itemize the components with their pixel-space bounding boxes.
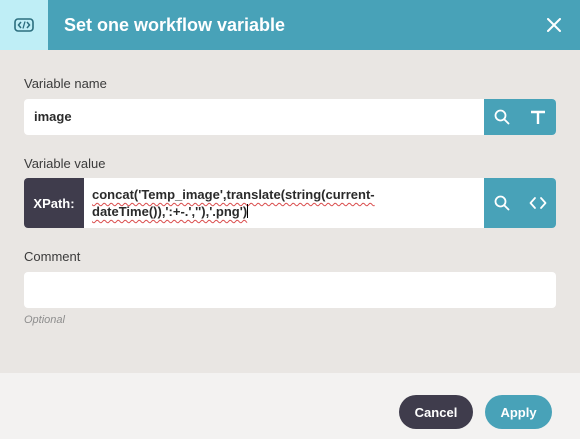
dialog-header: Set one workflow variable	[0, 0, 580, 50]
variable-name-search-button[interactable]	[484, 99, 520, 135]
comment-field[interactable]	[24, 272, 556, 308]
text-type-icon	[531, 110, 545, 124]
cancel-button[interactable]: Cancel	[399, 395, 473, 429]
search-icon	[494, 195, 510, 211]
apply-button[interactable]: Apply	[485, 395, 552, 429]
xpath-mode-tag: XPath:	[24, 178, 84, 228]
variable-value-label: Variable value	[24, 156, 106, 171]
variable-name-value[interactable]: image	[34, 99, 72, 135]
variable-value-code-button[interactable]	[520, 178, 556, 228]
variable-name-label: Variable name	[24, 76, 107, 91]
code-tag-icon	[0, 0, 48, 50]
xpath-expression-line2: dateTime()),':+-.',''),'.png')	[92, 204, 249, 219]
text-cursor	[247, 204, 249, 218]
close-icon[interactable]	[542, 13, 566, 37]
search-icon	[494, 109, 510, 125]
dialog-footer: Cancel Apply	[0, 373, 580, 439]
comment-label: Comment	[24, 249, 81, 264]
variable-value-search-button[interactable]	[484, 178, 520, 228]
dialog-title: Set one workflow variable	[64, 15, 286, 35]
xpath-expression[interactable]: concat('Temp_image',translate(string(cur…	[92, 186, 412, 220]
variable-value-field[interactable]: XPath: concat('Temp_image',translate(str…	[24, 178, 556, 228]
comment-hint: Optional	[24, 314, 65, 326]
code-icon	[529, 197, 547, 209]
variable-name-type-button[interactable]	[520, 99, 556, 135]
variable-name-field[interactable]: image	[24, 99, 556, 135]
xpath-expression-line1: concat('Temp_image',translate(string(cur…	[92, 187, 375, 202]
